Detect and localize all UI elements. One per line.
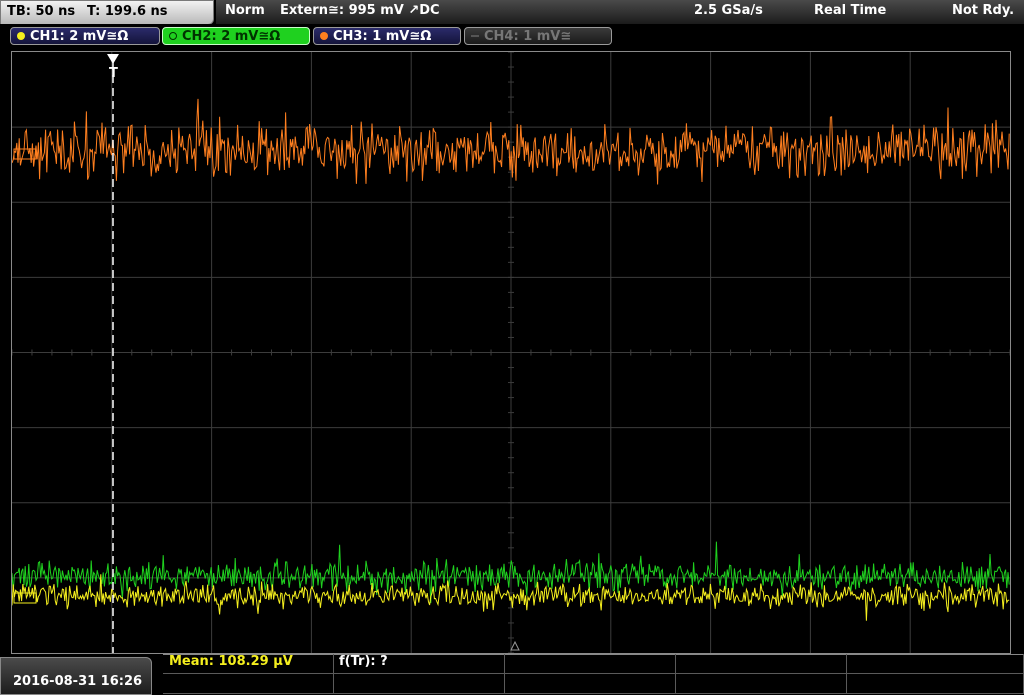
horizontal-center-marker-icon bbox=[510, 640, 520, 651]
waveform-display[interactable]: T bbox=[11, 51, 1011, 654]
trigger-position-marker-icon[interactable] bbox=[107, 54, 119, 64]
meas-cell bbox=[847, 674, 1024, 694]
trigger-time-label: T: 199.6 ns bbox=[87, 4, 168, 19]
trigger-mode: Norm bbox=[225, 3, 265, 18]
ch2-label: CH2: 2 mV≅Ω bbox=[182, 29, 281, 44]
ch2-color-dot-icon bbox=[169, 32, 177, 40]
meas-cell bbox=[676, 654, 847, 674]
ch4-disabled-icon bbox=[471, 35, 479, 37]
acquisition-mode: Real Time bbox=[814, 3, 887, 18]
top-status-bar: TB: 50 ns T: 199.6 ns Norm Extern≅: 995 … bbox=[0, 0, 1024, 25]
ch1-color-dot-icon bbox=[17, 32, 25, 40]
bottom-bar: 2016-08-31 16:26 Mean: 108.29 µV f(Tr): … bbox=[0, 654, 1024, 695]
datetime-panel: 2016-08-31 16:26 bbox=[0, 657, 152, 695]
meas-cell bbox=[847, 654, 1024, 674]
mean-measurement: Mean: 108.29 µV bbox=[169, 654, 293, 669]
tab-ch1[interactable]: CH1: 2 mV≅Ω bbox=[10, 27, 160, 45]
meas-cell bbox=[505, 654, 676, 674]
meas-cell bbox=[163, 674, 334, 694]
ftr-measurement: f(Tr): ? bbox=[339, 654, 388, 669]
tab-ch3[interactable]: CH3: 1 mV≅Ω bbox=[313, 27, 461, 45]
ch4-label: CH4: 1 mV≅ bbox=[484, 29, 572, 44]
ch3-color-dot-icon bbox=[320, 32, 328, 40]
sample-rate: 2.5 GSa/s bbox=[694, 3, 763, 18]
acquisition-status: Not Rdy. bbox=[952, 3, 1015, 18]
tab-ch4[interactable]: CH4: 1 mV≅ bbox=[464, 27, 612, 45]
timebase-label: TB: 50 ns bbox=[7, 4, 76, 19]
meas-cell bbox=[676, 674, 847, 694]
channel-tabs: CH1: 2 mV≅Ω CH2: 2 mV≅Ω CH3: 1 mV≅Ω CH4:… bbox=[0, 24, 1024, 50]
trigger-marker-label: T bbox=[109, 66, 118, 81]
datetime-label: 2016-08-31 16:26 bbox=[13, 674, 143, 689]
trigger-source: Extern≅: 995 mV ↗DC bbox=[280, 3, 440, 18]
meas-cell bbox=[505, 674, 676, 694]
ch1-label: CH1: 2 mV≅Ω bbox=[30, 29, 129, 44]
measurement-panel[interactable]: Mean: 108.29 µV f(Tr): ? bbox=[163, 654, 1024, 695]
trigger-panel[interactable]: Norm Extern≅: 995 mV ↗DC 2.5 GSa/s Real … bbox=[216, 0, 1024, 25]
meas-cell bbox=[334, 674, 505, 694]
tab-ch2[interactable]: CH2: 2 mV≅Ω bbox=[162, 27, 310, 45]
timebase-panel[interactable]: TB: 50 ns T: 199.6 ns bbox=[0, 0, 214, 25]
waveform-canvas[interactable]: T bbox=[12, 52, 1010, 653]
ch3-label: CH3: 1 mV≅Ω bbox=[333, 29, 432, 44]
